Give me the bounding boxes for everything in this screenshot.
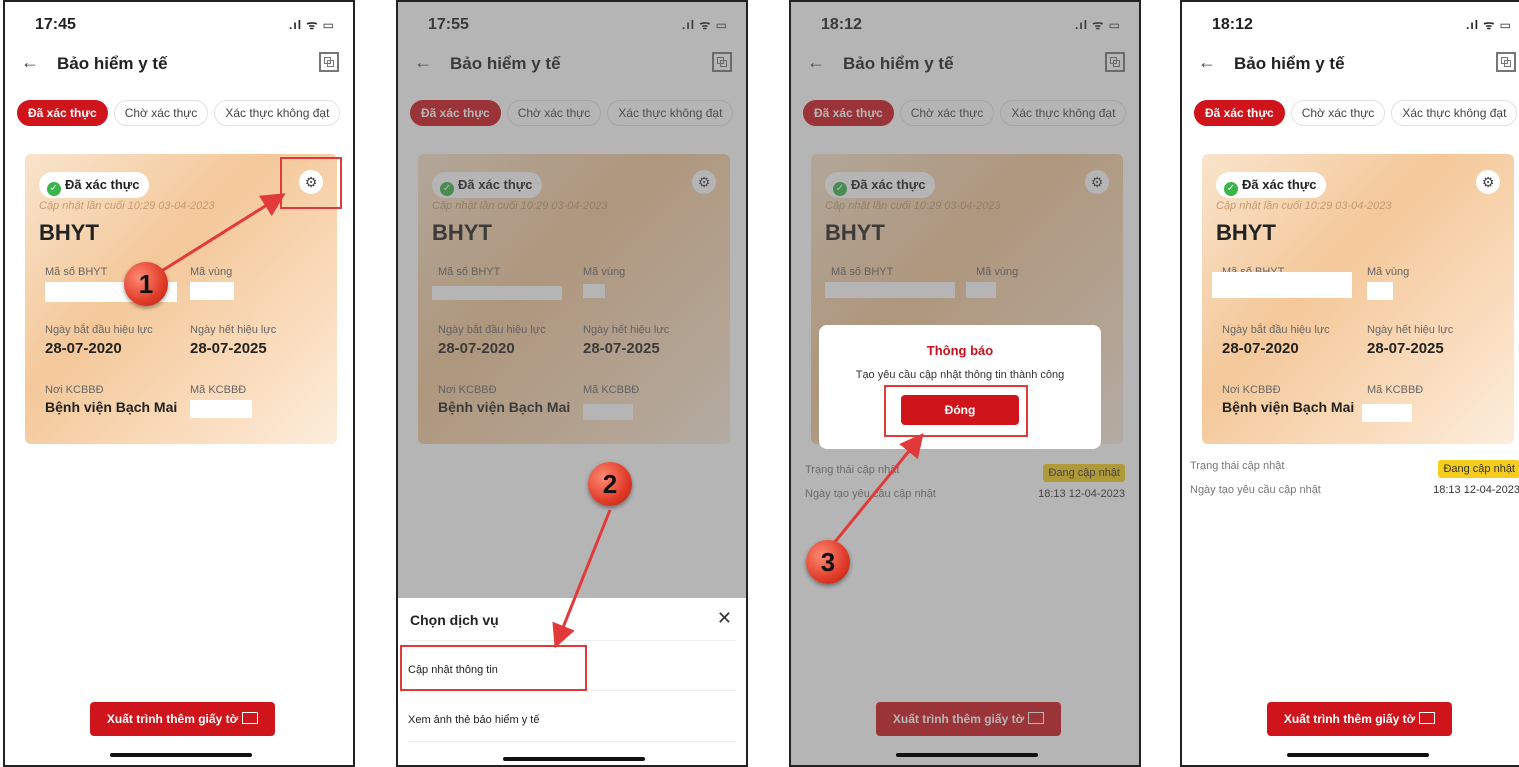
step-number-3: 3 [806, 540, 850, 584]
step-number-2: 2 [588, 462, 632, 506]
end-date-label: Ngày hết hiệu lực [1367, 324, 1454, 336]
update-status-label: Trạng thái cập nhật [1190, 460, 1285, 472]
qr-code-icon[interactable] [319, 52, 339, 72]
request-date-label: Ngày tạo yêu cầu cập nhật [1190, 484, 1321, 496]
redacted-insurance-number [1212, 272, 1352, 298]
highlight-gear-box [280, 157, 342, 209]
facility-name: Bệnh viện Bạch Mai [45, 399, 178, 415]
home-indicator [110, 753, 252, 757]
menu-item-view-card-image[interactable]: Xem ảnh thẻ bảo hiểm y tế [408, 714, 539, 726]
start-date-label: Ngày bắt đầu hiệu lực [1222, 324, 1330, 336]
app-header: ← Bảo hiểm y tế [1182, 50, 1519, 80]
phone-screen-1: 17:45 .ıl ᯤ ▭ ← Bảo hiểm y tế Đã xác thự… [3, 0, 355, 767]
request-date-value: 18:13 12-04-2023 [1433, 484, 1519, 496]
dialog-title: Thông báo [926, 343, 994, 358]
back-arrow-icon[interactable]: ← [21, 52, 39, 73]
status-bar: 18:12 .ıl ᯤ ▭ [1182, 2, 1519, 36]
region-code-label: Mã vùng [1367, 266, 1410, 278]
app-header: ← Bảo hiểm y tế [5, 50, 353, 80]
present-documents-button[interactable]: Xuất trình thêm giấy tờ [90, 702, 275, 736]
verified-badge: ✓ Đã xác thực [39, 172, 150, 198]
card-title: BHYT [1216, 220, 1276, 245]
region-code-label: Mã vùng [190, 266, 233, 278]
start-date-label: Ngày bắt đầu hiệu lực [45, 324, 153, 336]
last-updated: Cập nhật lần cuối 10:29 03-04-2023 [39, 200, 215, 212]
id-card-icon [242, 712, 259, 724]
update-status-row: Trạng thái cập nhật Đang cập nhật [1190, 460, 1519, 478]
insurance-card: ✓ Đã xác thực ⚙ Cập nhật lần cuối 10:29 0… [1202, 154, 1514, 444]
last-updated: Cập nhật lần cuối 10:29 03-04-2023 [1216, 200, 1392, 212]
back-arrow-icon[interactable]: ← [1198, 52, 1216, 73]
status-icons: .ıl ᯤ ▭ [1466, 18, 1512, 32]
dialog-message: Tạo yêu cầu cập nhật thông tin thành côn… [855, 369, 1065, 381]
check-icon: ✓ [47, 182, 61, 196]
page-title: Bảo hiểm y tế [57, 54, 168, 73]
home-indicator [1287, 753, 1429, 757]
check-icon: ✓ [1224, 182, 1238, 196]
tab-verified[interactable]: Đã xác thực [17, 100, 108, 126]
request-date-row: Ngày tạo yêu cầu cập nhật 18:13 12-04-20… [1190, 484, 1519, 496]
tab-failed[interactable]: Xác thực không đạt [214, 100, 341, 126]
facility-code-label: Mã KCBBĐ [1367, 384, 1424, 396]
highlight-close-button-box [884, 385, 1028, 437]
phone-screen-4: 18:12 .ıl ᯤ ▭ ← Bảo hiểm y tế Đã xác thự… [1180, 0, 1519, 767]
facility-name: Bệnh viện Bạch Mai [1222, 399, 1355, 415]
tab-pending[interactable]: Chờ xác thực [1290, 100, 1386, 126]
redacted-facility-code [1362, 404, 1412, 422]
tab-failed[interactable]: Xác thực không đạt [1391, 100, 1518, 126]
step-number-1: 1 [124, 262, 168, 306]
close-icon[interactable]: ✕ [717, 608, 732, 629]
tab-pending[interactable]: Chờ xác thực [113, 100, 209, 126]
start-date: 28-07-2020 [1222, 340, 1299, 357]
tab-verified[interactable]: Đã xác thực [1194, 100, 1285, 126]
sheet-title: Chọn dịch vụ [410, 612, 499, 628]
insurance-number-label: Mã số BHYT [45, 266, 108, 278]
end-date: 28-07-2025 [1367, 340, 1444, 357]
status-time: 18:12 [1212, 16, 1253, 33]
phone-screen-3: 18:12 .ıl ᯤ ▭ ← Bảo hiểm y tế Đã xác thự… [789, 0, 1141, 767]
present-documents-button[interactable]: Xuất trình thêm giấy tờ [1267, 702, 1452, 736]
highlight-update-info-box [400, 645, 587, 691]
card-title: BHYT [39, 220, 99, 245]
start-date: 28-07-2020 [45, 340, 122, 357]
redacted-region-code [1367, 282, 1393, 300]
status-bar: 17:45 .ıl ᯤ ▭ [5, 2, 353, 36]
divider [408, 741, 736, 742]
status-icons: .ıl ᯤ ▭ [289, 18, 335, 32]
redacted-region-code [190, 282, 234, 300]
modal-backdrop[interactable] [398, 2, 746, 598]
home-indicator [503, 757, 645, 761]
present-documents-label: Xuất trình thêm giấy tờ [106, 712, 239, 726]
page-title: Bảo hiểm y tế [1234, 54, 1345, 73]
divider [408, 640, 736, 641]
status-time: 17:45 [35, 16, 76, 33]
verified-badge-label: Đã xác thực [1242, 177, 1317, 192]
present-documents-label: Xuất trình thêm giấy tờ [1283, 712, 1416, 726]
id-card-icon [1419, 712, 1436, 724]
facility-label: Nơi KCBBĐ [1222, 384, 1281, 396]
redacted-facility-code [190, 400, 252, 418]
facility-label: Nơi KCBBĐ [45, 384, 104, 396]
end-date: 28-07-2025 [190, 340, 267, 357]
tab-bar: Đã xác thực Chờ xác thực Xác thực không đạ… [17, 100, 346, 126]
home-indicator [896, 753, 1038, 757]
verified-badge-label: Đã xác thực [65, 177, 140, 192]
facility-code-label: Mã KCBBĐ [190, 384, 247, 396]
gear-icon[interactable]: ⚙ [1476, 170, 1500, 194]
verified-badge: ✓ Đã xác thực [1216, 172, 1327, 198]
qr-code-icon[interactable] [1496, 52, 1516, 72]
status-badge: Đang cập nhật [1438, 460, 1519, 478]
end-date-label: Ngày hết hiệu lực [190, 324, 277, 336]
tab-bar: Đã xác thực Chờ xác thực Xác thực không đạ… [1194, 100, 1519, 126]
